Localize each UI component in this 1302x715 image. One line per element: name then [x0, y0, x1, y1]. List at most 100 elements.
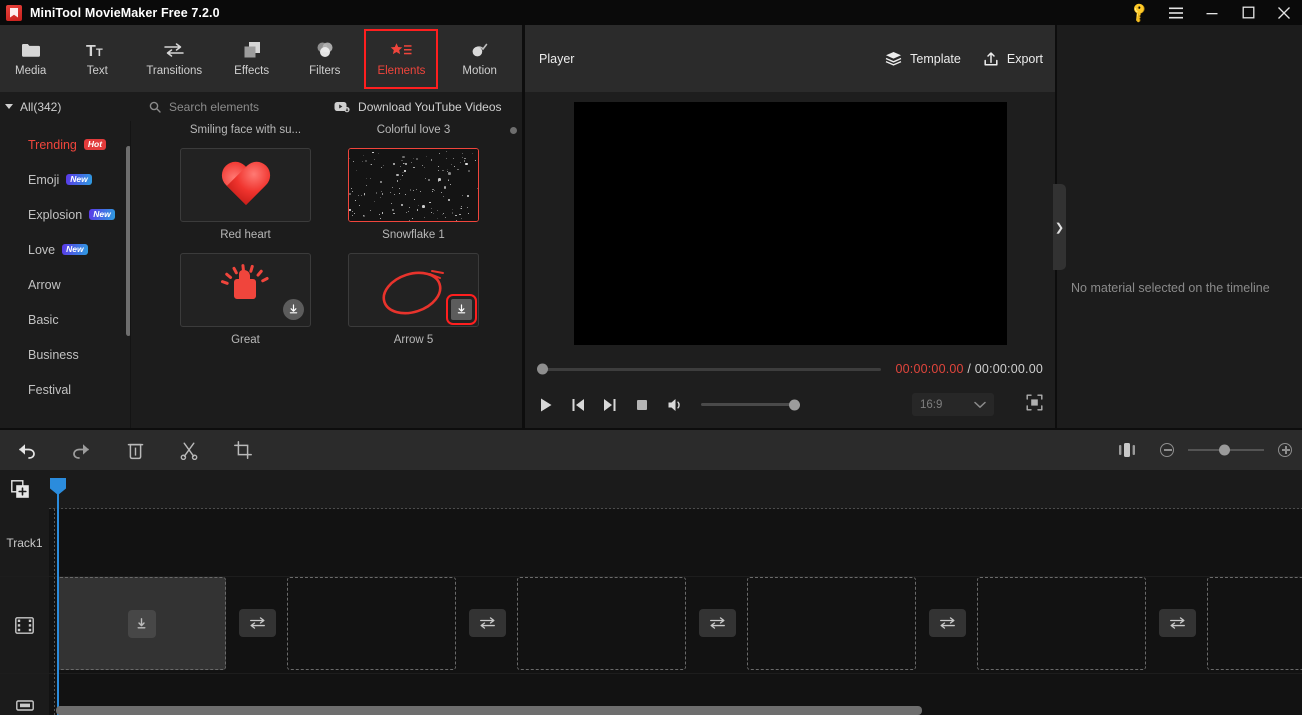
element-card[interactable]: Snowflake 1 [348, 148, 479, 241]
zoom-handle[interactable] [1219, 444, 1230, 456]
element-card[interactable]: Arrow 5 [348, 253, 479, 346]
total-timecode: 00:00:00.00 [974, 362, 1043, 376]
ribbon-tab-elements[interactable]: Elements [364, 28, 439, 89]
download-element-button[interactable] [446, 294, 477, 325]
element-thumbnail[interactable] [348, 148, 479, 222]
category-all-toggle[interactable]: All(342) [0, 100, 135, 114]
export-button[interactable]: Export [983, 51, 1043, 67]
category-item-emoji[interactable]: Emoji New [0, 162, 130, 197]
property-panel: No material selected on the timeline [1057, 25, 1302, 428]
zoom-slider[interactable] [1188, 444, 1264, 456]
elements-grid-container[interactable]: Smiling face with su... Colorful love 3 … [131, 121, 522, 428]
template-icon [885, 52, 902, 66]
thumbs-up-icon [218, 263, 274, 316]
clip-placeholder[interactable] [57, 577, 226, 670]
timeline-horizontal-scrollbar[interactable] [56, 706, 922, 715]
split-button[interactable] [162, 430, 216, 470]
element-card[interactable]: Great [180, 253, 311, 346]
previous-frame-button[interactable] [571, 397, 585, 413]
track-header-video[interactable] [0, 577, 49, 673]
volume-slider[interactable] [701, 399, 800, 410]
volume-button[interactable] [667, 397, 685, 413]
motion-icon [470, 40, 490, 60]
fullscreen-button[interactable] [1026, 394, 1043, 416]
chevron-down-icon [5, 104, 13, 109]
close-icon [1278, 6, 1290, 19]
clip-placeholder[interactable] [1207, 577, 1302, 670]
delete-button[interactable] [108, 430, 162, 470]
ribbon-tab-transitions[interactable]: Transitions [137, 33, 211, 85]
fit-timeline-button[interactable] [1118, 442, 1136, 458]
crop-button[interactable] [216, 430, 270, 470]
category-item-arrow[interactable]: Arrow [0, 267, 130, 302]
transition-slot[interactable] [239, 609, 276, 637]
transition-slot[interactable] [1159, 609, 1196, 637]
category-item-basic[interactable]: Basic [0, 302, 130, 337]
element-thumbnail[interactable] [180, 253, 311, 327]
category-item-festival[interactable]: Festival [0, 372, 130, 407]
elements-icon [389, 40, 413, 60]
element-thumbnail[interactable] [180, 148, 311, 222]
player-actions: Template Export [885, 51, 1043, 67]
zoom-out-button[interactable] [1160, 443, 1174, 457]
zoom-in-button[interactable] [1278, 443, 1292, 457]
timeline-track-row-video[interactable] [0, 577, 1302, 673]
fullscreen-icon [1026, 394, 1043, 410]
red-heart-icon [220, 161, 272, 209]
undo-button[interactable] [0, 430, 54, 470]
ribbon-tab-text[interactable]: T T Text [77, 33, 117, 85]
aspect-ratio-select[interactable]: 16:9 [912, 393, 994, 416]
clip-placeholder[interactable] [517, 577, 686, 670]
download-element-button[interactable] [283, 299, 304, 320]
maximize-button[interactable] [1230, 0, 1266, 25]
category-label: Festival [28, 382, 72, 397]
category-item-business[interactable]: Business [0, 337, 130, 372]
ribbon-tab-filters[interactable]: Filters [300, 33, 349, 85]
timeline-track-row[interactable]: Track1 [0, 509, 1302, 576]
clip-placeholder[interactable] [977, 577, 1146, 670]
clip-placeholder[interactable] [287, 577, 456, 670]
ribbon-label-media: Media [15, 65, 47, 77]
ribbon-tab-motion[interactable]: Motion [453, 33, 506, 85]
track-header-audio[interactable] [0, 674, 49, 715]
play-button[interactable] [539, 397, 553, 413]
fit-icon [1119, 443, 1135, 457]
stop-button[interactable] [635, 398, 649, 412]
transition-slot[interactable] [699, 609, 736, 637]
activate-key-button[interactable]: 🔑 [1122, 0, 1158, 25]
seek-handle[interactable] [537, 363, 548, 375]
transition-slot[interactable] [469, 609, 506, 637]
category-item-explosion[interactable]: Explosion New [0, 197, 130, 232]
volume-handle[interactable] [789, 399, 800, 410]
download-youtube-button[interactable]: Download YouTube Videos [334, 100, 502, 114]
element-card[interactable]: Smiling face with su... [180, 121, 311, 136]
next-frame-button[interactable] [603, 397, 617, 413]
category-item-trending[interactable]: Trending Hot [0, 127, 130, 162]
ribbon-tab-media[interactable]: Media [6, 33, 55, 85]
main-menu-button[interactable] [1158, 0, 1194, 25]
ribbon-tab-effects[interactable]: Effects [225, 33, 278, 85]
element-thumbnail[interactable] [348, 253, 479, 327]
export-label: Export [1006, 51, 1043, 66]
transition-slot[interactable] [929, 609, 966, 637]
close-button[interactable] [1266, 0, 1302, 25]
minimize-button[interactable] [1194, 0, 1230, 25]
element-card[interactable]: Colorful love 3 [348, 121, 479, 136]
category-item-love[interactable]: Love New [0, 232, 130, 267]
timeline-ruler[interactable] [0, 470, 1302, 509]
player-title: Player [539, 51, 575, 66]
search-input[interactable]: Search elements [149, 100, 259, 114]
clip-download-icon-box[interactable] [127, 609, 156, 638]
element-card[interactable]: Red heart [180, 148, 311, 241]
panel-collapse-button[interactable]: ❯ [1053, 184, 1066, 270]
transitions-icon [480, 617, 495, 629]
category-list: Trending Hot Emoji New Explosion New Lov… [0, 121, 130, 428]
add-track-button[interactable] [11, 480, 30, 504]
category-label: Business [28, 347, 79, 362]
clip-placeholder[interactable] [747, 577, 916, 670]
playhead[interactable] [50, 478, 66, 715]
template-button[interactable]: Template [885, 51, 961, 66]
seek-slider[interactable] [537, 363, 882, 375]
preview-canvas[interactable] [573, 101, 1007, 345]
redo-button[interactable] [54, 430, 108, 470]
